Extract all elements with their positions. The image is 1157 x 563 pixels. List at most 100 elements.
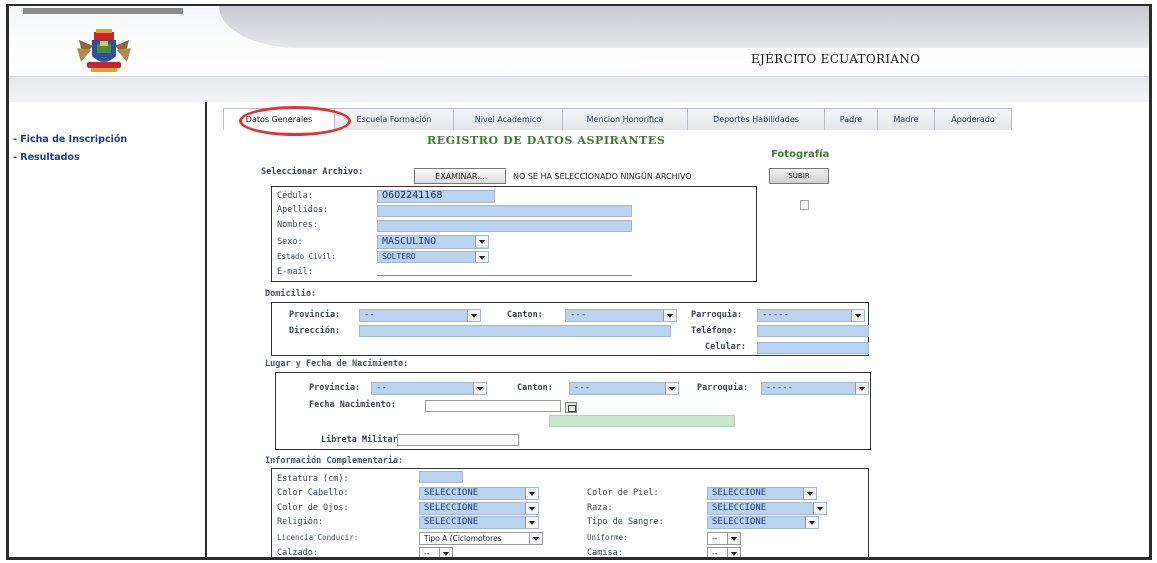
color-cabello-label: Color Cabello: <box>277 488 349 498</box>
browse-file-button[interactable]: EXAMINAR... <box>414 168 506 184</box>
sexo-select[interactable]: MASCULINO <box>377 235 489 249</box>
uniforme-select[interactable]: -- <box>707 532 741 545</box>
upload-button[interactable]: SUBIR <box>769 168 829 184</box>
email-field[interactable] <box>377 264 632 276</box>
color-ojos-value: SELECCIONE <box>424 503 479 513</box>
chevron-down-icon <box>475 236 488 247</box>
sidebar-divider <box>205 102 207 557</box>
nombres-field[interactable] <box>377 220 632 232</box>
sidebar-item-resultados[interactable]: - Resultados <box>13 152 80 163</box>
header-topline <box>23 8 183 14</box>
color-cabello-value: SELECCIONE <box>424 488 479 498</box>
header-band <box>9 76 1149 102</box>
tab-escuela-formacion[interactable]: Escuela Formación <box>334 108 454 130</box>
tipo-sangre-select[interactable]: SELECCIONE <box>707 516 819 529</box>
chevron-down-icon <box>727 533 740 544</box>
chevron-down-icon <box>805 517 818 528</box>
file-select-label: Seleccionar Archivo: <box>261 167 364 177</box>
chevron-down-icon <box>525 503 538 514</box>
camisa-select[interactable]: -- <box>707 547 741 558</box>
nacimiento-canton-label: Canton: <box>517 383 553 393</box>
camisa-value: -- <box>712 549 718 558</box>
nombres-label: Nombres: <box>277 220 318 230</box>
apellidos-label: Apellidos: <box>277 205 329 215</box>
celular-field[interactable] <box>757 342 869 354</box>
tipo-sangre-value: SELECCIONE <box>712 517 767 527</box>
direccion-label: Dirección: <box>289 326 341 336</box>
fecha-nacimiento-display <box>549 415 735 427</box>
email-label: E-mail: <box>277 267 313 277</box>
nacimiento-parroquia-select[interactable]: ----- <box>761 382 869 395</box>
raza-select[interactable]: SELECCIONE <box>707 502 827 515</box>
camisa-label: Camisa: <box>587 548 623 558</box>
libreta-militar-field[interactable] <box>397 434 519 446</box>
domicilio-canton-value: --- <box>570 310 587 320</box>
licencia-select[interactable]: Tipo A (Ciclomotores <box>419 532 543 545</box>
tab-deportes-habilidades[interactable]: Deportes Habilidades <box>687 108 825 130</box>
uniforme-value: -- <box>712 534 718 543</box>
domicilio-parroquia-value: ----- <box>762 310 790 320</box>
tab-padre[interactable]: Padre <box>824 108 878 130</box>
nacimiento-provincia-select[interactable]: -- <box>371 382 487 395</box>
religion-value: SELECCIONE <box>424 517 479 527</box>
domicilio-provincia-select[interactable]: -- <box>359 309 481 322</box>
fecha-nacimiento-field[interactable] <box>425 400 561 412</box>
file-status-text: NO SE HA SELECCIONADO NINGÚN ARCHIVO <box>513 172 692 181</box>
photo-placeholder-icon <box>800 200 809 210</box>
religion-select[interactable]: SELECCIONE <box>419 516 539 529</box>
cedula-field[interactable]: 0602241168 <box>377 190 495 203</box>
color-cabello-select[interactable]: SELECCIONE <box>419 487 539 500</box>
religion-label: Religión: <box>277 517 324 527</box>
nacimiento-provincia-value: -- <box>376 383 387 393</box>
nacimiento-section-title: Lugar y Fecha de Nacimiento: <box>265 359 409 369</box>
photo-title: Fotografía <box>771 149 830 160</box>
sidebar: - Ficha de Inscripción - Resultados <box>9 102 205 557</box>
direccion-field[interactable] <box>359 325 671 337</box>
color-piel-select[interactable]: SELECCIONE <box>707 487 817 500</box>
sexo-select-value: MASCULINO <box>382 236 437 247</box>
army-crest-logo <box>77 29 131 72</box>
licencia-label: Licencia Conducir: <box>277 533 359 542</box>
color-ojos-label: Color de Ojos: <box>277 503 349 513</box>
sexo-label: Sexo: <box>277 237 303 247</box>
sidebar-item-ficha-inscripcion[interactable]: - Ficha de Inscripción <box>13 134 127 145</box>
uniforme-label: Uniforme: <box>587 533 628 542</box>
estatura-field[interactable] <box>419 471 463 483</box>
chevron-down-icon <box>525 488 538 499</box>
calendar-icon[interactable] <box>565 402 577 413</box>
calzado-label: Calzado: <box>277 548 318 558</box>
cedula-label: Cédula: <box>277 191 313 201</box>
raza-value: SELECCIONE <box>712 503 767 513</box>
chevron-down-icon <box>855 383 868 394</box>
domicilio-section-title: Domicilio: <box>265 289 317 299</box>
nacimiento-canton-select[interactable]: --- <box>569 382 679 395</box>
domicilio-parroquia-select[interactable]: ----- <box>757 309 865 322</box>
tab-apoderado[interactable]: Apoderado <box>934 108 1012 130</box>
domicilio-canton-select[interactable]: --- <box>565 309 677 322</box>
header-title: EJÉRCITO ECUATORIANO <box>751 52 921 66</box>
tab-mencion-honorifica[interactable]: Mencion Honorifica <box>562 108 688 130</box>
chevron-down-icon <box>529 533 542 544</box>
celular-label: Celular: <box>705 342 746 352</box>
calzado-select[interactable]: -- <box>419 547 453 557</box>
fecha-nacimiento-label: Fecha Nacimiento: <box>309 400 396 410</box>
estado-civil-select-value: SOLTERO <box>382 252 416 261</box>
libreta-militar-label: Libreta Militar: <box>321 435 403 445</box>
raza-label: Raza: <box>587 503 613 513</box>
chevron-down-icon <box>439 548 452 557</box>
chevron-down-icon <box>665 383 678 394</box>
domicilio-parroquia-label: Parroquia: <box>691 310 743 320</box>
chevron-down-icon <box>525 517 538 528</box>
telefono-field[interactable] <box>757 325 869 337</box>
apellidos-field[interactable] <box>377 205 632 217</box>
nacimiento-canton-value: --- <box>574 383 591 393</box>
telefono-label: Teléfono: <box>691 326 738 336</box>
tab-madre[interactable]: Madre <box>877 108 935 130</box>
form-title: REGISTRO DE DATOS ASPIRANTES <box>427 134 666 147</box>
tab-nivel-academico[interactable]: Nivel Academico <box>453 108 563 130</box>
chevron-down-icon <box>467 310 480 321</box>
estado-civil-select[interactable]: SOLTERO <box>377 251 489 263</box>
color-piel-label: Color de Piel: <box>587 488 659 498</box>
chevron-down-icon <box>475 252 488 262</box>
color-ojos-select[interactable]: SELECCIONE <box>419 502 539 515</box>
